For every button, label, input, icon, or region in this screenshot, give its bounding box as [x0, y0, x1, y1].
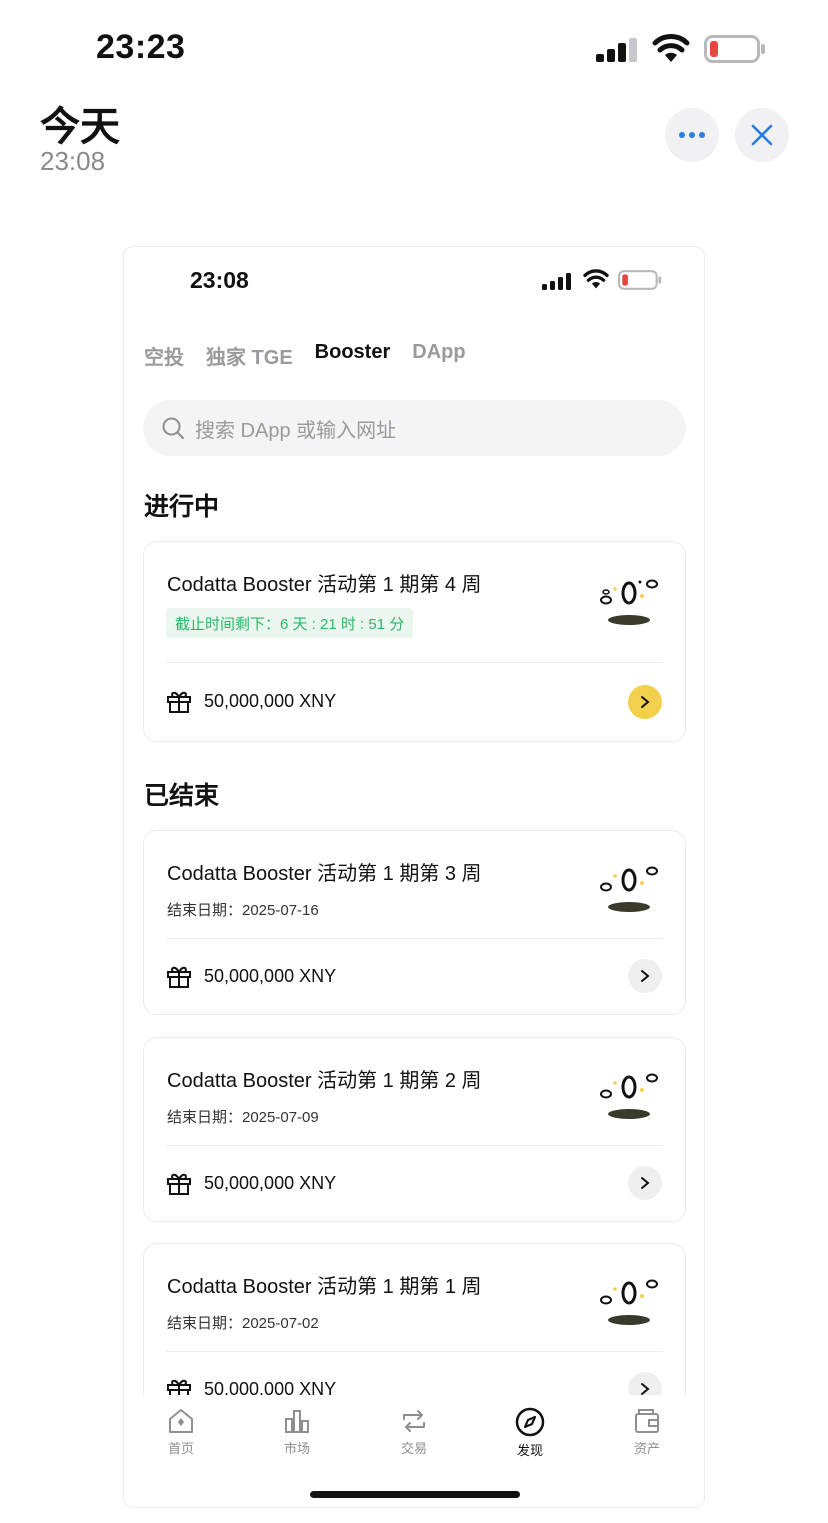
end-date: 结束日期：2025-07-09	[167, 1109, 319, 1126]
wallet-icon	[635, 1409, 659, 1433]
reward-amount: 50,000,000 XNY	[204, 690, 337, 711]
codatta-logo-icon	[600, 1279, 658, 1325]
codatta-logo-icon	[600, 866, 658, 912]
reward-amount: 50,000,000 XNY	[204, 1172, 337, 1193]
end-date: 结束日期：2025-07-02	[167, 1315, 319, 1332]
gift-icon	[167, 966, 191, 988]
card-title: Codatta Booster 活动第 1 期第 2 周	[167, 1070, 482, 1092]
tabbar-label: 交易	[400, 1441, 427, 1456]
close-icon	[751, 124, 773, 146]
more-button[interactable]	[665, 108, 719, 162]
card-title: Codatta Booster 活动第 1 期第 1 周	[167, 1276, 482, 1298]
card-divider	[166, 662, 663, 663]
card-title: Codatta Booster 活动第 1 期第 3 周	[167, 863, 482, 885]
countdown-badge: 截止时间剩下：6 天 : 21 时 : 51 分	[166, 608, 414, 638]
chevron-right-icon	[641, 970, 650, 982]
more-icon	[679, 132, 705, 138]
wifi-icon	[652, 34, 690, 62]
tabbar-label: 资产	[633, 1441, 660, 1456]
section-title-ongoing: 进行中	[144, 493, 220, 521]
chevron-right-icon	[641, 696, 650, 708]
discover-icon	[515, 1407, 545, 1437]
gift-icon	[167, 691, 191, 713]
embedded-screenshot: 23:08 空投 独家 TGE Booster DApp 搜索 DApp 或输入…	[123, 246, 705, 1508]
card-divider	[166, 938, 663, 939]
category-tabs: 空投 独家 TGE Booster DApp	[144, 341, 466, 370]
market-icon	[285, 1410, 309, 1433]
battery-icon	[704, 35, 765, 63]
close-button[interactable]	[735, 108, 789, 162]
tabbar-label: 市场	[283, 1441, 310, 1456]
status-time: 23:23	[96, 28, 186, 66]
signal-icon	[596, 38, 637, 62]
codatta-logo-icon	[600, 1073, 658, 1119]
reward-amount: 50,000,000 XNY	[204, 965, 337, 986]
booster-card[interactable]: Codatta Booster 活动第 1 期第 3 周 结束日期：2025-0…	[143, 830, 686, 1015]
trade-icon	[403, 1410, 425, 1432]
reward-row: 50,000,000 XNY	[166, 688, 336, 714]
card-divider	[166, 1351, 663, 1352]
tab-exclusive-tge[interactable]: 独家 TGE	[206, 341, 293, 370]
tabbar-label: 发现	[516, 1443, 543, 1458]
home-indicator	[310, 1491, 520, 1498]
chevron-right-icon	[641, 1383, 650, 1395]
home-icon	[169, 1409, 193, 1433]
card-arrow-button[interactable]	[628, 959, 662, 993]
page-subtitle: 23:08	[40, 146, 106, 176]
end-date: 结束日期：2025-07-16	[167, 902, 319, 919]
tab-booster[interactable]: Booster	[315, 341, 391, 370]
search-placeholder: 搜索 DApp 或输入网址	[195, 419, 397, 442]
tab-dapp[interactable]: DApp	[412, 341, 465, 370]
reward-row: 50,000,000 XNY	[166, 963, 336, 989]
chevron-right-icon	[641, 1177, 650, 1189]
tabbar-item-discover[interactable]: 发现	[495, 1407, 565, 1459]
gift-icon	[167, 1173, 191, 1195]
booster-card[interactable]: Codatta Booster 活动第 1 期第 4 周 截止时间剩下：6 天 …	[143, 541, 686, 742]
codatta-logo-icon	[600, 579, 658, 625]
section-title-ended: 已结束	[144, 782, 220, 810]
card-arrow-button[interactable]	[628, 1166, 662, 1200]
tabbar-item-market[interactable]: 市场	[262, 1407, 332, 1457]
card-arrow-button[interactable]	[628, 685, 662, 719]
search-input[interactable]: 搜索 DApp 或输入网址	[143, 400, 686, 456]
tabbar-item-home[interactable]: 首页	[146, 1407, 216, 1457]
inner-signal-icon	[542, 273, 571, 290]
search-icon	[162, 417, 184, 439]
inner-status-time: 23:08	[190, 267, 249, 293]
card-divider	[166, 1145, 663, 1146]
inner-battery-icon	[618, 270, 662, 290]
tab-airdrop[interactable]: 空投	[144, 341, 184, 370]
page-title: 今天	[40, 105, 120, 149]
booster-card[interactable]: Codatta Booster 活动第 1 期第 2 周 结束日期：2025-0…	[143, 1037, 686, 1222]
tabbar-label: 首页	[167, 1441, 194, 1456]
tabbar-item-assets[interactable]: 资产	[612, 1407, 682, 1457]
reward-row: 50,000,000 XNY	[166, 1170, 336, 1196]
inner-wifi-icon	[583, 269, 609, 289]
tabbar-item-trade[interactable]: 交易	[379, 1407, 449, 1457]
card-title: Codatta Booster 活动第 1 期第 4 周	[167, 574, 482, 596]
screen: 23:23 今天 23:08 23:08 空投 独家 TGE Booster D…	[0, 0, 828, 1523]
